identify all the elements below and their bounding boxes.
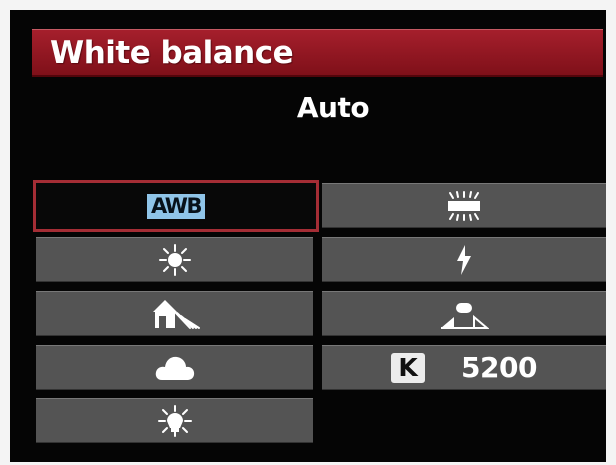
menu-title-bar: White balance	[32, 29, 603, 77]
custom-wb-option[interactable]	[322, 291, 606, 336]
menu-title: White balance	[50, 35, 294, 71]
color-temperature-option[interactable]: K 5200	[322, 345, 606, 390]
flash-option[interactable]	[322, 237, 606, 282]
daylight-option[interactable]	[36, 237, 313, 282]
color-temperature-value: 5200	[461, 351, 537, 384]
kelvin-icon: K	[391, 352, 426, 383]
flash-icon	[457, 244, 471, 275]
cloudy-option[interactable]	[36, 345, 313, 390]
awb-icon: AWB	[147, 193, 205, 219]
sun-icon	[158, 243, 191, 276]
tungsten-icon	[157, 404, 192, 437]
fluorescent-option[interactable]	[322, 183, 606, 228]
awb-option[interactable]: AWB	[33, 180, 319, 232]
white-balance-screen: White balance Auto AWB K 5200	[10, 10, 606, 462]
tungsten-option[interactable]	[36, 398, 313, 443]
custom-wb-icon	[441, 302, 489, 329]
shade-icon	[152, 299, 200, 329]
cloud-icon	[155, 356, 194, 380]
fluorescent-icon	[448, 190, 480, 221]
shade-option[interactable]	[36, 291, 313, 336]
color-temperature-content: K 5200	[391, 351, 537, 384]
current-mode: Auto	[296, 91, 370, 124]
